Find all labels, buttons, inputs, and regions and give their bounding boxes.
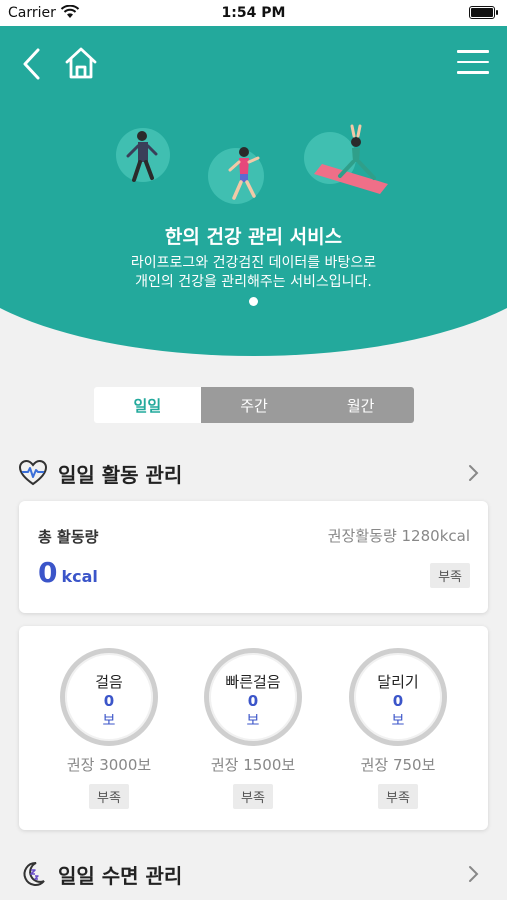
steps-metrics-card: 걸음 0 보 권장 3000보 부족 빠른걸음 0 보 권장 1500보 부족 …: [19, 626, 488, 830]
total-activity-card: 총 활동량 권장활동량 1280kcal 0 kcal 부족: [19, 501, 488, 613]
status-badge: 부족: [89, 784, 129, 809]
status-badge: 부족: [233, 784, 273, 809]
hero-banner: 한의 건강 관리 서비스 라이프로그와 건강검진 데이터를 바탕으로 개인의 건…: [0, 26, 507, 356]
battery-icon: [469, 6, 498, 19]
runner-illustration: [112, 124, 182, 194]
progress-ring: 걸음 0 보: [60, 648, 158, 746]
metric-unit: 보: [391, 713, 405, 729]
moon-sleep-icon: [23, 861, 45, 886]
hero-title: 한의 건강 관리 서비스: [164, 226, 343, 248]
daily-activity-header[interactable]: 일일 활동 관리: [18, 456, 489, 490]
hamburger-menu-icon[interactable]: [457, 50, 489, 76]
metric-name: 빠른걸음: [225, 673, 281, 691]
total-activity-label: 총 활동량: [38, 528, 99, 546]
page-indicator-dot[interactable]: [249, 297, 258, 306]
metric-run: 달리기 0 보 권장 750보 부족: [343, 648, 453, 809]
metric-unit: 보: [102, 713, 116, 729]
daily-sleep-header[interactable]: 일일 수면 관리: [18, 857, 489, 891]
metric-value: 0: [103, 692, 115, 710]
home-icon[interactable]: [62, 44, 100, 82]
total-activity-value: 0 kcal: [38, 556, 98, 589]
metric-recommended: 권장 3000보: [66, 756, 152, 774]
metric-value: 0: [247, 692, 259, 710]
metric-walk: 걸음 0 보 권장 3000보 부족: [54, 648, 164, 809]
hero-description: 라이프로그와 건강검진 데이터를 바탕으로 개인의 건강을 관리해주는 서비스입…: [0, 254, 507, 292]
woman-runner-illustration: [206, 142, 276, 212]
tab-weekly[interactable]: 주간: [200, 387, 308, 423]
status-bar: Carrier 1:54 PM: [0, 0, 507, 26]
progress-ring: 빠른걸음 0 보: [204, 648, 302, 746]
metric-fast-walk: 빠른걸음 0 보 권장 1500보 부족: [198, 648, 308, 809]
hero-description-line1: 라이프로그와 건강검진 데이터를 바탕으로: [130, 255, 377, 271]
status-badge: 부족: [378, 784, 418, 809]
metric-recommended: 권장 750보: [360, 756, 436, 774]
recommended-activity: 권장활동량 1280kcal: [327, 527, 470, 545]
chevron-right-icon: [469, 465, 479, 481]
total-activity-unit: kcal: [61, 567, 98, 586]
daily-sleep-title: 일일 수면 관리: [58, 863, 183, 888]
metric-name: 걸음: [95, 673, 123, 691]
period-segmented-control: 일일 주간 월간: [94, 387, 414, 423]
tab-daily[interactable]: 일일: [94, 387, 201, 423]
tab-monthly[interactable]: 월간: [307, 387, 414, 423]
metric-value: 0: [392, 692, 404, 710]
metric-unit: 보: [246, 713, 260, 729]
progress-ring: 달리기 0 보: [349, 648, 447, 746]
total-activity-number: 0: [38, 556, 58, 589]
yoga-illustration: [302, 122, 396, 200]
heart-pulse-icon: [18, 459, 48, 486]
daily-activity-title: 일일 활동 관리: [58, 462, 183, 487]
chevron-right-icon: [469, 866, 479, 882]
clock: 1:54 PM: [221, 5, 286, 21]
status-badge: 부족: [430, 563, 470, 588]
back-arrow-icon[interactable]: [18, 46, 48, 82]
hero-description-line2: 개인의 건강을 관리해주는 서비스입니다.: [135, 274, 372, 290]
metric-recommended: 권장 1500보: [210, 756, 296, 774]
metric-name: 달리기: [377, 673, 419, 691]
